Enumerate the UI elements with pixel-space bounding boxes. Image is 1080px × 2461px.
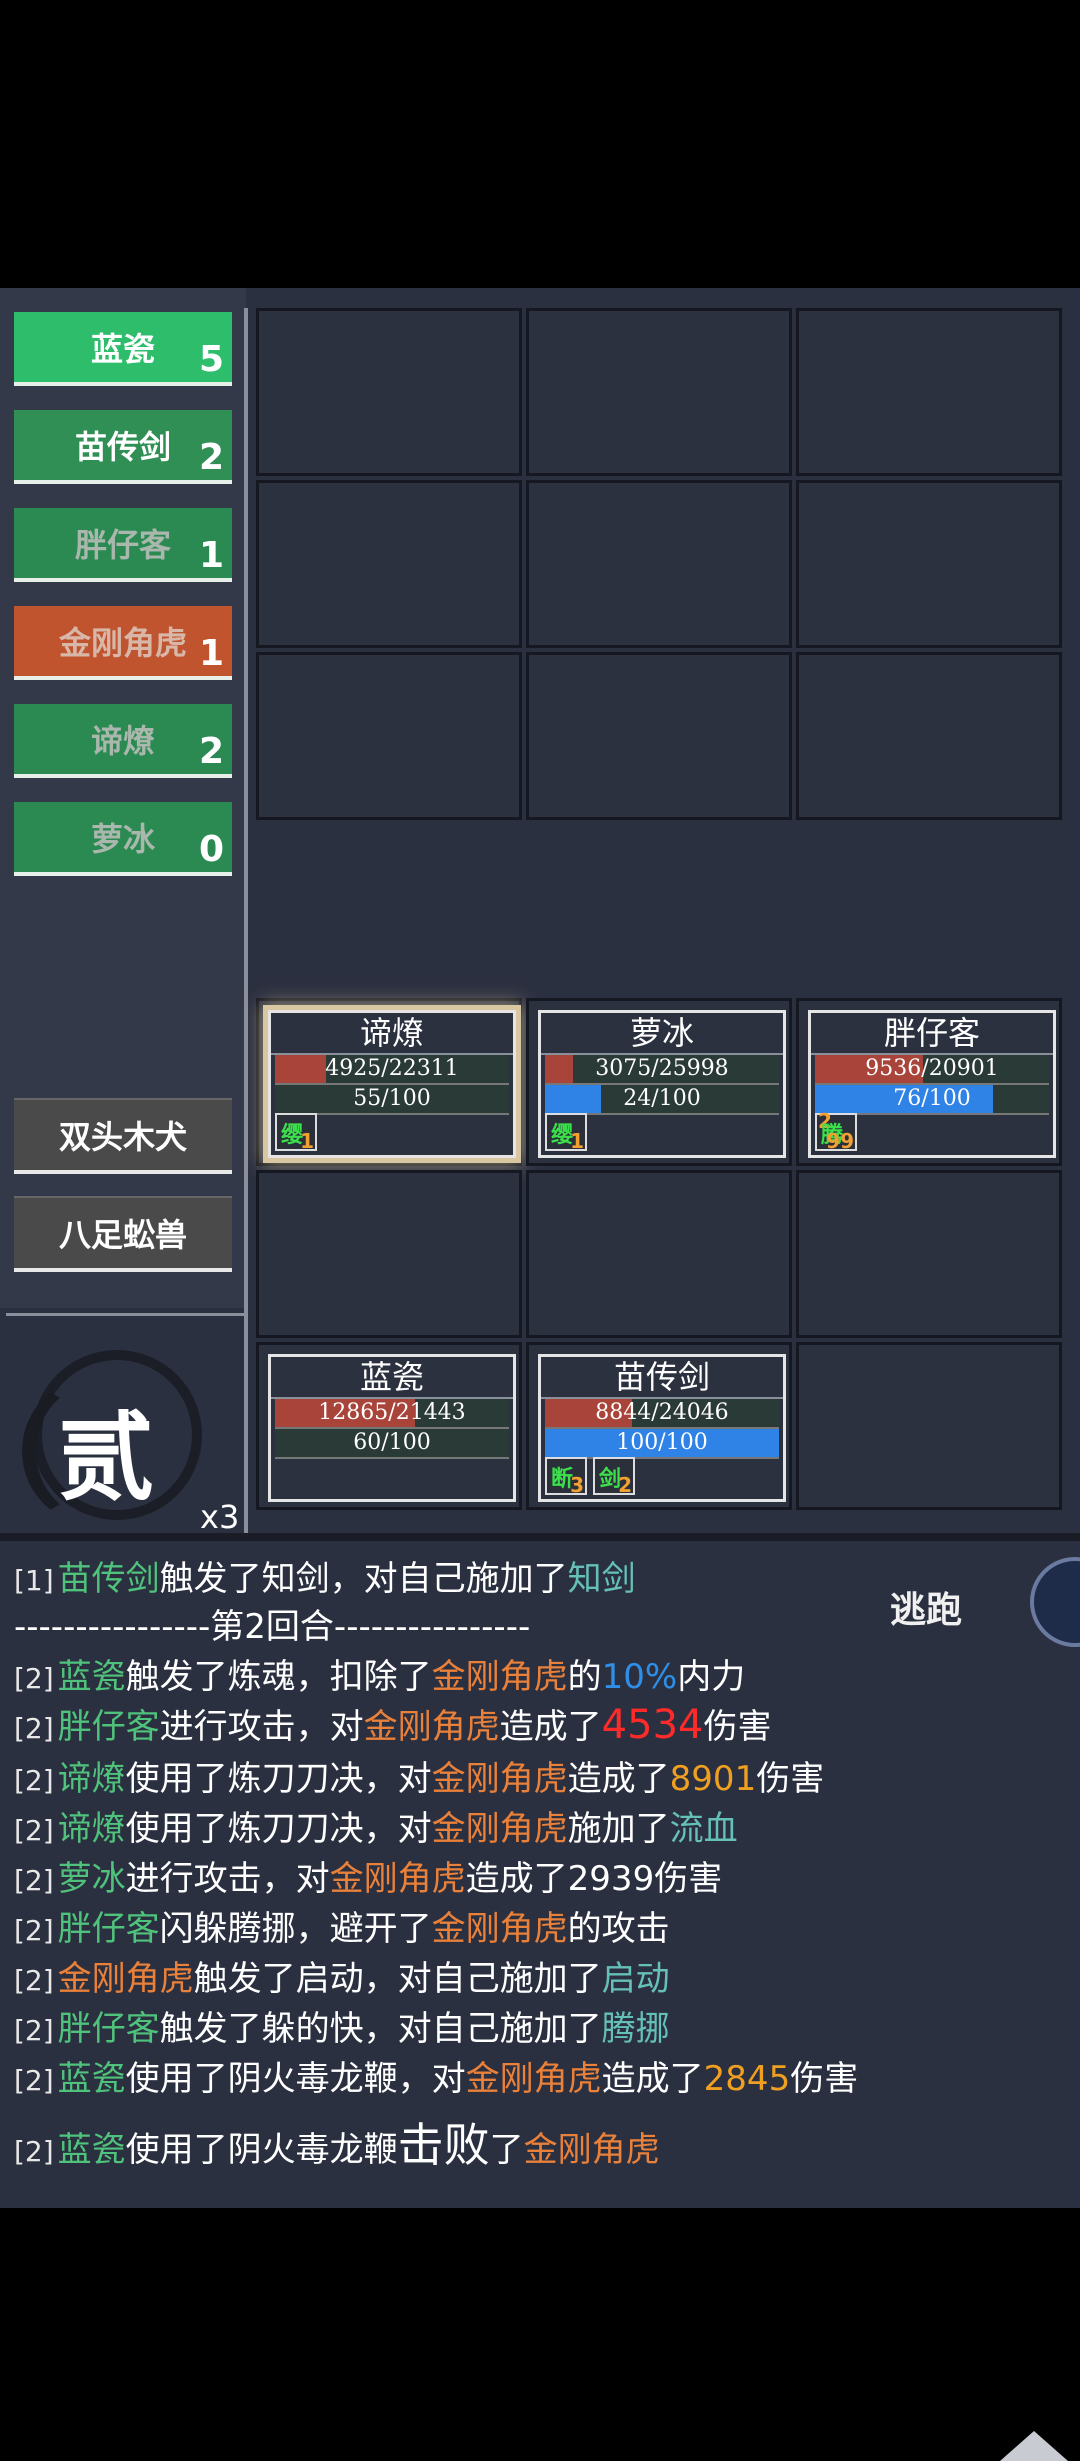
escape-button[interactable]: 逃跑 (880, 1557, 1080, 1647)
mp-bar: 60/100 (275, 1429, 509, 1459)
mp-bar: 55/100 (275, 1085, 509, 1115)
log-line: [2] 金刚角虎触发了启动，对自己施加了启动 (14, 1959, 670, 1999)
grid-cell[interactable] (796, 652, 1062, 820)
grid-cell[interactable] (256, 1170, 522, 1338)
log-line: [2] 胖仔客进行攻击，对金刚角虎造成了4534伤害 (14, 1702, 772, 1748)
mp-bar: 76/100 (815, 1085, 1049, 1115)
ally-count: 0 (198, 829, 224, 870)
ally-count: 5 (198, 339, 224, 380)
fighter-card[interactable]: 谛燎 4925/22311 55/100 缨1 (268, 1010, 516, 1158)
grid-cell[interactable] (256, 652, 522, 820)
log-line: [2] 胖仔客触发了躲的快，对自己施加了腾挪 (14, 2009, 670, 2049)
buff-icon: 缨1 (545, 1113, 587, 1153)
grid-cell[interactable] (796, 1170, 1062, 1338)
round-indicator: 贰 x3 (0, 1318, 246, 1538)
hp-bar: 12865/21443 (275, 1399, 509, 1429)
ally-name: 谛燎 (90, 722, 155, 760)
fighter-name: 胖仔客 (811, 1013, 1053, 1055)
scroll-up-arrow-icon[interactable] (1000, 2431, 1068, 2461)
ally-count: 1 (198, 633, 224, 674)
grid-cell[interactable] (796, 308, 1062, 476)
divider (0, 1533, 1080, 1541)
buff-list: 缨1 (545, 1113, 587, 1153)
log-line: [1] 苗传剑触发了知剑，对自己施加了知剑 (14, 1559, 636, 1599)
log-line: [2] 谛燎使用了炼刀刀决，对金刚角虎造成了8901伤害 (14, 1759, 825, 1799)
hp-bar: 8844/24046 (545, 1399, 779, 1429)
buff-list: 2 腾 99 (815, 1109, 857, 1153)
grid-cell[interactable] (256, 308, 522, 476)
ally-name: 萝冰 (90, 820, 155, 858)
buff-icon: 剑2 (593, 1457, 635, 1497)
log-line: [2] 蓝瓷使用了阴火毒龙鞭，对金刚角虎造成了2845伤害 (14, 2059, 859, 2099)
fighter-name: 萝冰 (541, 1013, 783, 1055)
divider (6, 1313, 244, 1316)
hp-bar: 3075/25998 (545, 1055, 779, 1085)
buff-icon: 2 腾 99 (815, 1109, 857, 1153)
grid-cell[interactable] (256, 480, 522, 648)
ally-name: 胖仔客 (74, 526, 171, 564)
buff-list: 断3 剑2 (545, 1457, 635, 1497)
log-line: [2] 蓝瓷使用了阴火毒龙鞭击败了金刚角虎 (14, 2118, 660, 2172)
ally-name: 金刚角虎 (58, 624, 187, 662)
sidebar-item-enemy[interactable]: 双头木犬 (14, 1098, 232, 1174)
hp-bar: 9536/20901 (815, 1055, 1049, 1085)
ally-count: 2 (198, 731, 224, 772)
sidebar-item-ally[interactable]: 蓝瓷 5 (14, 312, 232, 386)
battle-screen: 蓝瓷 5 苗传剑 2 胖仔客 1 金刚角虎 1 谛燎 2 萝冰 0 双头木犬 八… (0, 288, 1080, 2461)
sidebar-item-ally[interactable]: 萝冰 0 (14, 802, 232, 876)
grid-cell[interactable]: 萝冰 3075/25998 24/100 缨1 (526, 998, 792, 1166)
fighter-name: 蓝瓷 (271, 1357, 513, 1399)
buff-icon: 缨1 (275, 1113, 317, 1153)
sidebar-item-enemy-target[interactable]: 金刚角虎 1 (14, 606, 232, 680)
escape-emblem-icon (1030, 1557, 1080, 1647)
ally-name: 蓝瓷 (90, 330, 155, 368)
fighter-card[interactable]: 蓝瓷 12865/21443 60/100 (268, 1354, 516, 1502)
log-line: [2] 蓝瓷触发了炼魂，扣除了金刚角虎的10%内力 (14, 1657, 746, 1697)
grid-cell[interactable] (526, 308, 792, 476)
mp-bar: 100/100 (545, 1429, 779, 1459)
log-line: [2] 胖仔客闪躲腾挪，避开了金刚角虎的攻击 (14, 1909, 670, 1949)
grid-cell[interactable]: 谛燎 4925/22311 55/100 缨1 (256, 998, 522, 1166)
sidebar-item-ally[interactable]: 苗传剑 2 (14, 410, 232, 484)
ally-count: 1 (198, 535, 224, 576)
battle-log[interactable]: 逃跑 [1] 苗传剑触发了知剑，对自己施加了知剑 ----------------… (0, 1541, 1080, 2461)
fighter-card[interactable]: 萝冰 3075/25998 24/100 缨1 (538, 1010, 786, 1158)
grid-cell[interactable] (526, 652, 792, 820)
log-line: [2] 萝冰进行攻击，对金刚角虎造成了2939伤害 (14, 1859, 723, 1899)
grid-cell[interactable] (796, 480, 1062, 648)
buff-icon: 断3 (545, 1457, 587, 1497)
log-line: [2] 谛燎使用了炼刀刀决，对金刚角虎施加了流血 (14, 1809, 738, 1849)
sidebar-item-ally[interactable]: 胖仔客 1 (14, 508, 232, 582)
buff-list: 缨1 (275, 1113, 317, 1153)
grid-cell[interactable] (796, 1342, 1062, 1510)
sidebar-item-ally[interactable]: 谛燎 2 (14, 704, 232, 778)
grid-cell[interactable]: 蓝瓷 12865/21443 60/100 (256, 1342, 522, 1510)
ally-name: 苗传剑 (74, 428, 171, 466)
speed-toggle[interactable]: x3 (200, 1498, 239, 1536)
sidebar-item-enemy[interactable]: 八足蚣兽 (14, 1196, 232, 1272)
ally-count: 2 (198, 437, 224, 478)
hp-bar: 4925/22311 (275, 1055, 509, 1085)
team-sidebar: 蓝瓷 5 苗传剑 2 胖仔客 1 金刚角虎 1 谛燎 2 萝冰 0 双头木犬 八… (0, 288, 246, 1308)
grid-cell[interactable]: 胖仔客 9536/20901 76/100 2 腾 99 (796, 998, 1062, 1166)
fighter-card[interactable]: 胖仔客 9536/20901 76/100 2 腾 99 (808, 1010, 1056, 1158)
grid-cell[interactable] (526, 480, 792, 648)
round-separator: ----------------第2回合---------------- (14, 1607, 531, 1647)
mp-bar: 24/100 (545, 1085, 779, 1115)
fighter-card[interactable]: 苗传剑 8844/24046 100/100 断3 剑2 (538, 1354, 786, 1502)
fighter-name: 苗传剑 (541, 1357, 783, 1399)
fighter-name: 谛燎 (271, 1013, 513, 1055)
grid-cell[interactable] (526, 1170, 792, 1338)
round-number: 贰 (58, 1401, 154, 1514)
grid-cell[interactable]: 苗传剑 8844/24046 100/100 断3 剑2 (526, 1342, 792, 1510)
